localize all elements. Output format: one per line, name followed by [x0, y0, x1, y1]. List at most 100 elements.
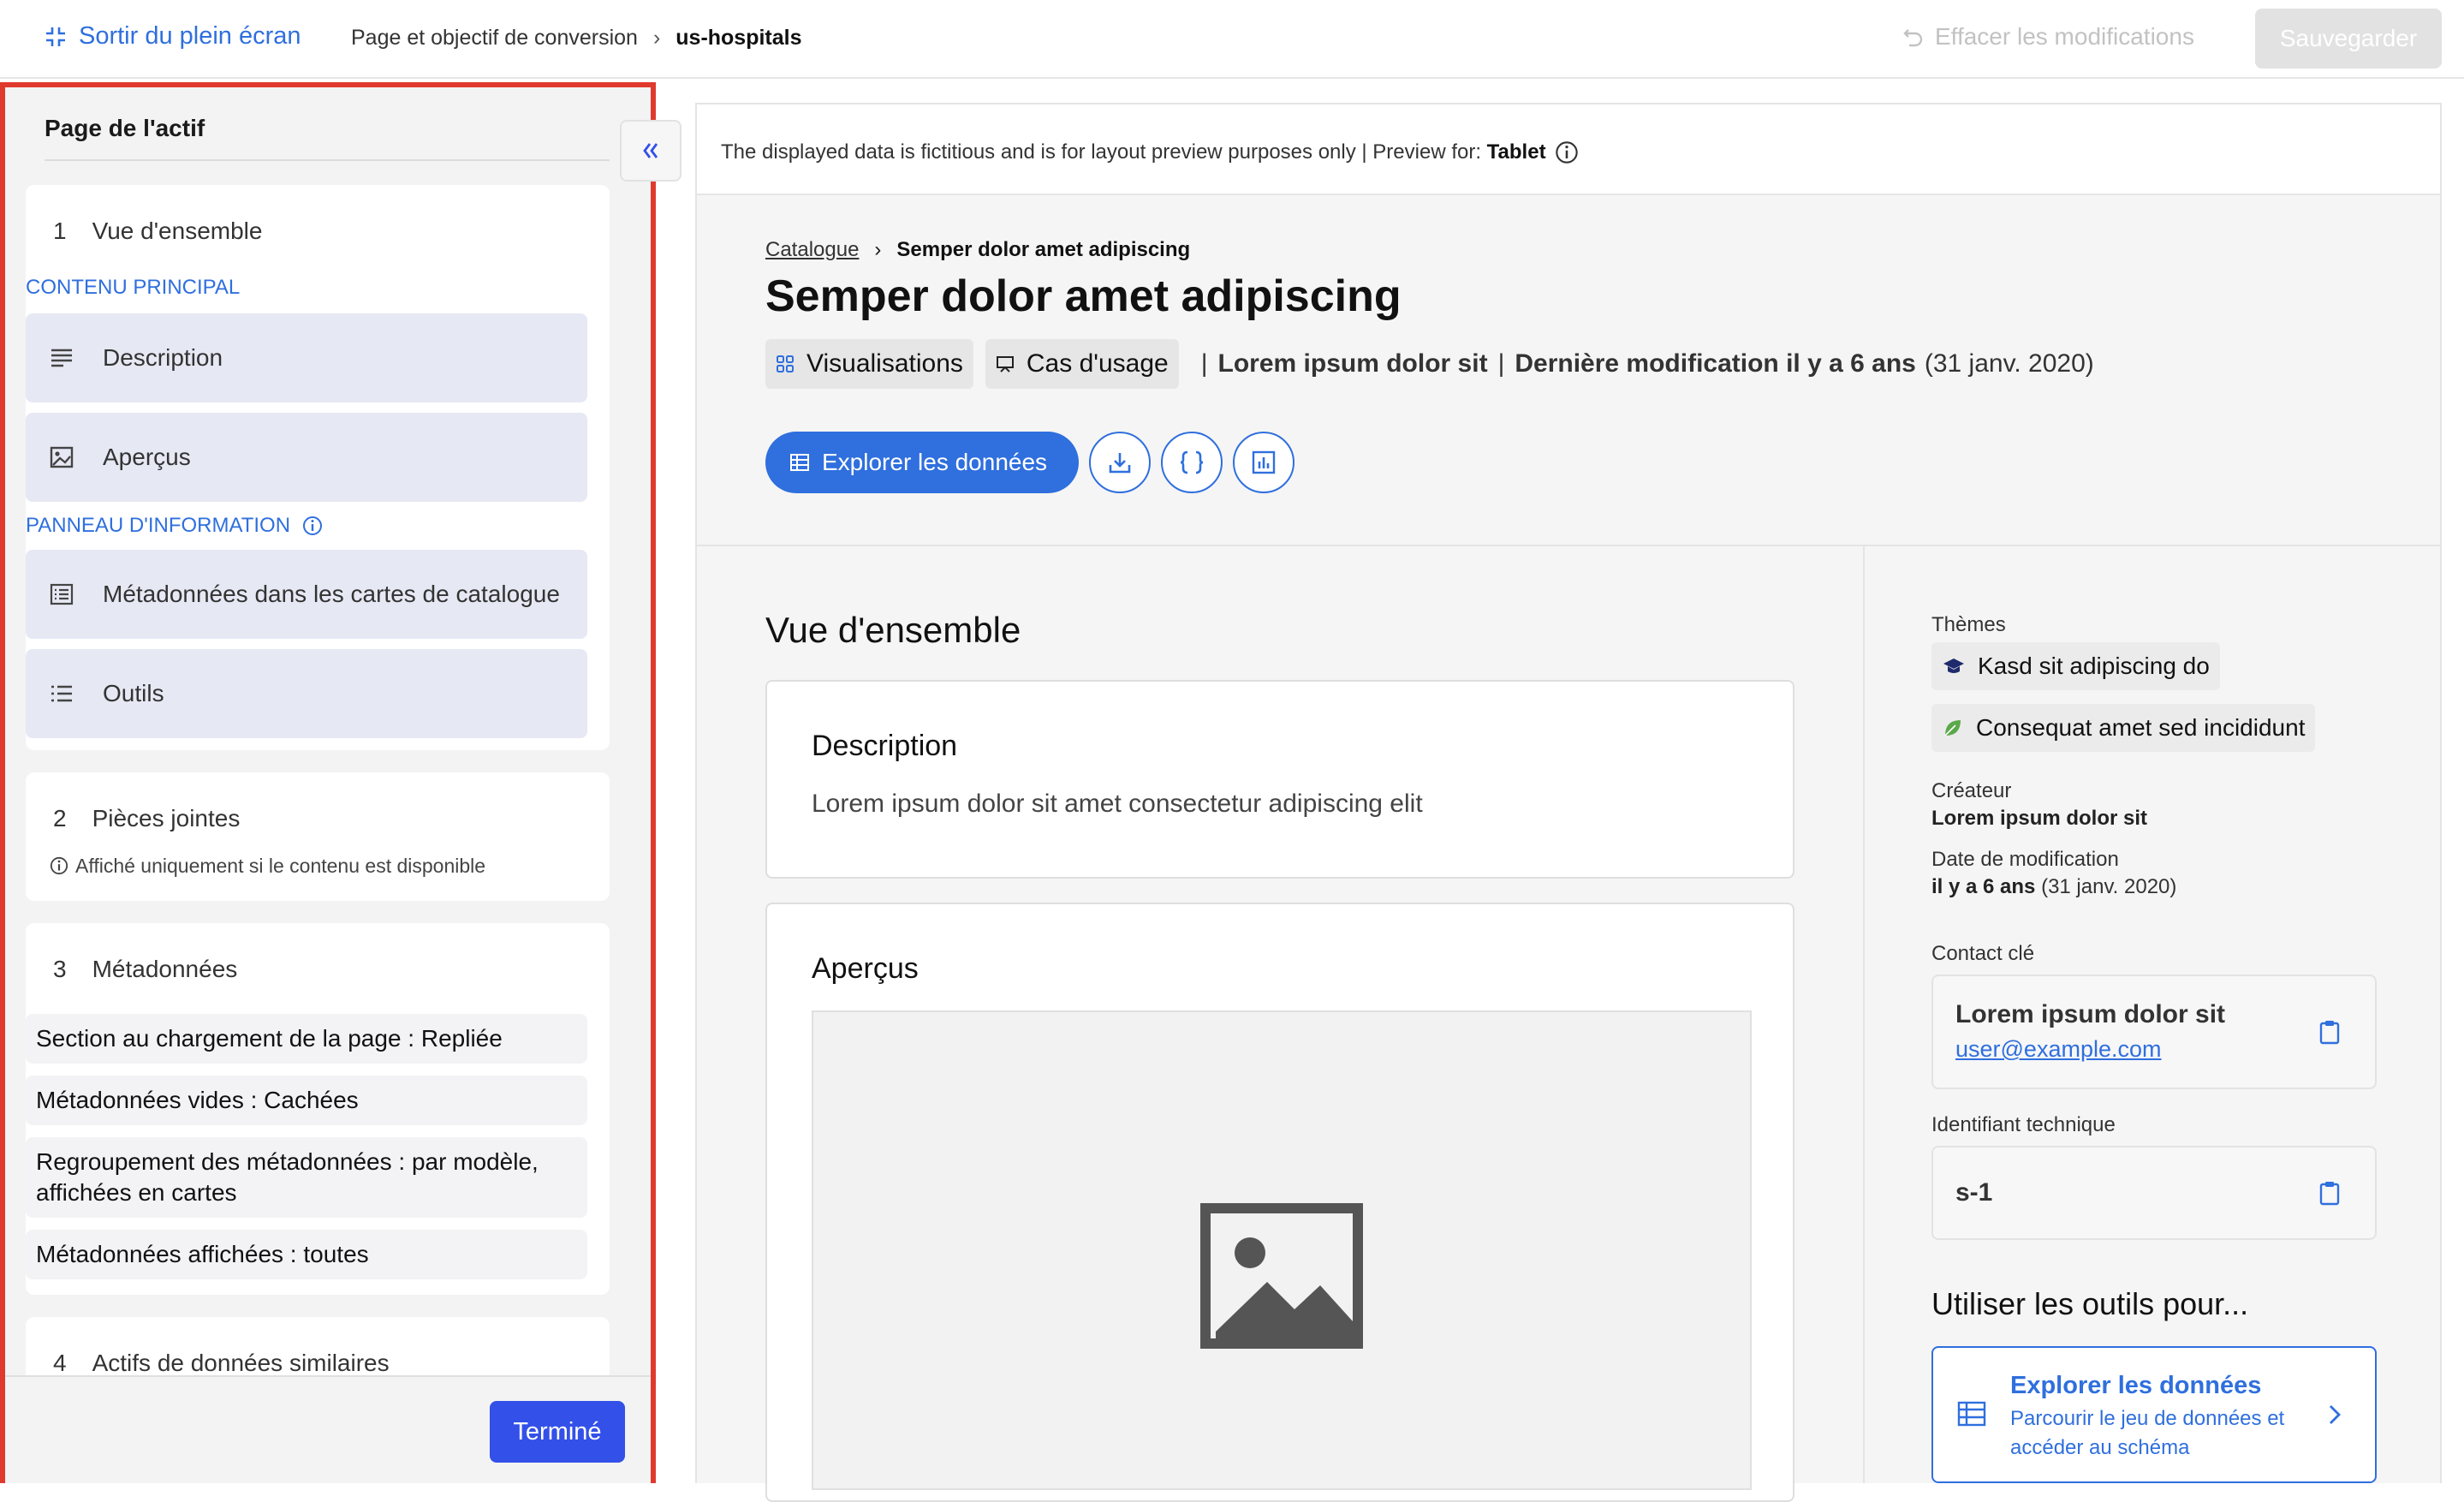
- graduation-cap-icon: [1943, 659, 1964, 673]
- dataset-breadcrumb: Catalogue › Semper dolor amet adipiscing: [765, 238, 1190, 262]
- code-braces-icon: [1180, 450, 1204, 474]
- description-text: Lorem ipsum dolor sit amet consectetur a…: [812, 790, 1423, 818]
- divider: [45, 159, 610, 161]
- contact-label: Contact clé: [1931, 942, 2035, 965]
- dataset-publisher: Lorem ipsum dolor sit: [1217, 349, 1488, 378]
- attachments-note: Affiché uniquement si le contenu est dis…: [50, 855, 485, 878]
- technical-id-card: s-1: [1931, 1146, 2377, 1240]
- technical-id-value: s-1: [1955, 1178, 1993, 1207]
- image-icon: [50, 446, 74, 468]
- metadata-setting[interactable]: Regroupement des métadonnées : par modèl…: [26, 1137, 587, 1218]
- overview-item-tools[interactable]: Outils: [26, 649, 587, 738]
- chart-button[interactable]: [1233, 432, 1294, 493]
- section-attachments: 2 Pièces jointes Affiché uniquement si le…: [26, 772, 610, 901]
- main-content: Vue d'ensemble Description Lorem ipsum d…: [697, 546, 1863, 1502]
- exit-fullscreen-label: Sortir du plein écran: [79, 22, 301, 50]
- reset-changes-button[interactable]: Effacer les modifications: [1902, 23, 2194, 51]
- preview-banner-text: The displayed data is fictitious and is …: [721, 140, 1487, 164]
- metadata-setting[interactable]: Métadonnées affichées : toutes: [26, 1230, 587, 1279]
- panel-footer: Terminé: [5, 1375, 651, 1483]
- group-label-info-panel: PANNEAU D'INFORMATION: [26, 514, 323, 538]
- breadcrumb-parent[interactable]: Page et objectif de conversion: [351, 26, 638, 51]
- text-lines-icon: [51, 349, 72, 367]
- breadcrumb-current: us-hospitals: [676, 26, 802, 50]
- exit-fullscreen-icon: [46, 27, 65, 46]
- api-button[interactable]: [1161, 432, 1223, 493]
- info-icon[interactable]: [1555, 140, 1579, 164]
- metadata-setting[interactable]: Section au chargement de la page : Repli…: [26, 1014, 587, 1064]
- exit-fullscreen-button[interactable]: Sortir du plein écran: [45, 22, 301, 51]
- tools-heading: Utiliser les outils pour...: [1931, 1286, 2249, 1321]
- preview-banner: The displayed data is fictitious and is …: [697, 104, 2440, 195]
- creator-value: Lorem ipsum dolor sit: [1931, 807, 2148, 830]
- dataset-header: Catalogue › Semper dolor amet adipiscing…: [697, 195, 2440, 546]
- modified-label: Date de modification: [1931, 848, 2119, 871]
- section-header[interactable]: 4 Actifs de données similaires: [53, 1350, 390, 1377]
- creator-label: Créateur: [1931, 779, 2012, 802]
- info-sidebar: Thèmes Kasd sit adipiscing do Consequat …: [1863, 546, 2440, 1483]
- contact-email-link[interactable]: user@example.com: [1955, 1036, 2162, 1063]
- group-label-main-content: CONTENU PRINCIPAL: [26, 276, 241, 299]
- overview-item-previews[interactable]: Aperçus: [26, 413, 587, 502]
- metadata-setting[interactable]: Métadonnées vides : Cachées: [26, 1076, 587, 1125]
- table-icon: [790, 454, 809, 471]
- image-placeholder-icon: [1200, 1203, 1363, 1349]
- leaf-icon: [1944, 720, 1961, 736]
- themes-label: Thèmes: [1931, 613, 2006, 636]
- table-icon: [1957, 1401, 1986, 1427]
- dataset-modified: Dernière modification il y a 6 ans: [1515, 349, 1916, 378]
- overview-item-description[interactable]: Description: [26, 313, 587, 402]
- double-chevron-left-icon: [643, 143, 658, 158]
- collapse-panel-button[interactable]: [620, 120, 681, 182]
- grid-icon: [777, 355, 794, 373]
- download-button[interactable]: [1089, 432, 1151, 493]
- chevron-right-icon: ›: [874, 238, 882, 261]
- section-header[interactable]: 3 Métadonnées: [53, 956, 237, 983]
- reset-changes-label: Effacer les modifications: [1935, 23, 2194, 50]
- done-button[interactable]: Terminé: [490, 1401, 625, 1463]
- preview-device: Tablet: [1486, 140, 1546, 164]
- tag-use-cases[interactable]: Cas d'usage: [985, 339, 1179, 389]
- asset-page-config-panel: Page de l'actif 1 Vue d'ensemble CONTENU …: [0, 82, 656, 1483]
- clipboard-icon[interactable]: [2318, 1019, 2341, 1045]
- panel-title: Page de l'actif: [45, 115, 205, 141]
- section-header[interactable]: 1 Vue d'ensemble: [53, 218, 262, 245]
- contact-card: Lorem ipsum dolor sit user@example.com: [1931, 975, 2377, 1089]
- breadcrumb-current: Semper dolor amet adipiscing: [896, 238, 1191, 261]
- section-metadata: 3 Métadonnées Section au chargement de la…: [26, 923, 610, 1295]
- download-icon: [1109, 453, 1131, 474]
- chevron-right-icon: [2330, 1405, 2341, 1424]
- overview-item-metadata-cards[interactable]: Métadonnées dans les cartes de catalogue: [26, 550, 587, 639]
- save-button[interactable]: Sauvegarder: [2255, 9, 2442, 69]
- overview-heading: Vue d'ensemble: [765, 610, 1021, 650]
- top-bar: Sortir du plein écran Page et objectif d…: [0, 0, 2464, 79]
- modified-value: il y a 6 ans (31 janv. 2020): [1931, 875, 2177, 898]
- bar-chart-icon: [1252, 450, 1276, 474]
- contact-name: Lorem ipsum dolor sit: [1955, 1000, 2226, 1028]
- preview-image-placeholder: [812, 1010, 1752, 1490]
- tool-description: Parcourir le jeu de données et accéder a…: [2010, 1407, 2285, 1459]
- chevron-right-icon: ›: [652, 26, 661, 50]
- dataset-modified-date: (31 janv. 2020): [1924, 349, 2094, 378]
- theme-chip[interactable]: Kasd sit adipiscing do: [1931, 642, 2220, 690]
- bullet-list-icon: [51, 685, 72, 702]
- section-overview: 1 Vue d'ensemble CONTENU PRINCIPAL Descri…: [26, 185, 610, 750]
- tag-visualisations[interactable]: Visualisations: [765, 339, 973, 389]
- previews-card: Aperçus: [765, 903, 1794, 1502]
- undo-icon: [1903, 29, 1923, 47]
- section-header[interactable]: 2 Pièces jointes: [53, 805, 240, 832]
- info-icon[interactable]: [302, 516, 323, 536]
- explore-data-button[interactable]: Explorer les données: [765, 432, 1079, 493]
- tool-title: Explorer les données: [2010, 1372, 2262, 1399]
- previews-title: Aperçus: [812, 952, 919, 985]
- theme-chip[interactable]: Consequat amet sed incididunt: [1931, 704, 2316, 752]
- presentation-icon: [996, 356, 1014, 373]
- breadcrumb: Page et objectif de conversion › us-hosp…: [351, 26, 802, 51]
- layout-preview: The displayed data is fictitious and is …: [695, 103, 2442, 1502]
- breadcrumb-catalogue-link[interactable]: Catalogue: [765, 238, 859, 262]
- clipboard-icon[interactable]: [2318, 1180, 2341, 1206]
- description-card: Description Lorem ipsum dolor sit amet c…: [765, 680, 1794, 879]
- technical-id-label: Identifiant technique: [1931, 1113, 2116, 1136]
- description-title: Description: [812, 730, 958, 762]
- tool-card-explore[interactable]: Explorer les données Parcourir le jeu de…: [1931, 1346, 2377, 1483]
